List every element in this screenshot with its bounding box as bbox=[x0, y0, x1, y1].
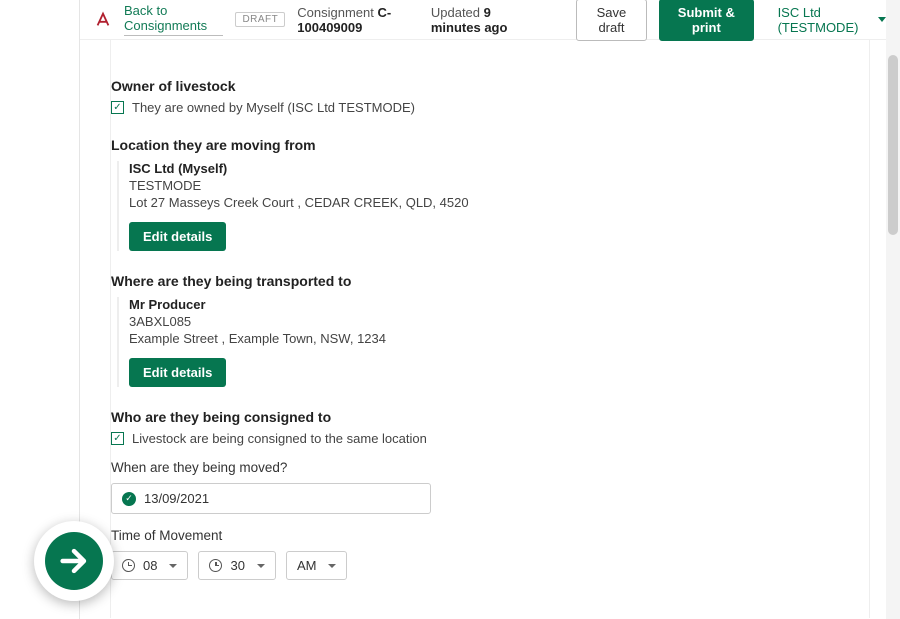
owned-by-me-label: They are owned by Myself (ISC Ltd TESTMO… bbox=[132, 100, 415, 115]
back-to-consignments-link[interactable]: Back to Consignments bbox=[124, 3, 223, 36]
clock-icon bbox=[122, 559, 135, 572]
hour-select[interactable]: 08 bbox=[111, 551, 188, 580]
checkbox-checked-icon: ✓ bbox=[111, 432, 124, 445]
to-code: 3ABXL085 bbox=[129, 314, 869, 329]
moving-from-block: ISC Ltd (Myself) TESTMODE Lot 27 Masseys… bbox=[117, 161, 869, 251]
tenant-label: ISC Ltd (TESTMODE) bbox=[778, 5, 872, 35]
minute-value: 30 bbox=[230, 558, 244, 573]
arrow-right-icon bbox=[45, 532, 103, 590]
edit-from-button[interactable]: Edit details bbox=[129, 222, 226, 251]
moving-from-title: Location they are moving from bbox=[111, 137, 869, 153]
chevron-down-icon bbox=[257, 564, 265, 568]
owned-by-me-checkbox[interactable]: ✓ They are owned by Myself (ISC Ltd TEST… bbox=[111, 100, 869, 115]
chevron-down-icon bbox=[878, 17, 886, 22]
same-location-checkbox[interactable]: ✓ Livestock are being consigned to the s… bbox=[111, 431, 869, 446]
time-of-movement-row: 08 30 AM bbox=[111, 551, 869, 580]
ampm-select[interactable]: AM bbox=[286, 551, 348, 580]
chevron-down-icon bbox=[169, 564, 177, 568]
submit-print-button[interactable]: Submit & print bbox=[659, 0, 753, 41]
tenant-menu[interactable]: ISC Ltd (TESTMODE) bbox=[778, 5, 886, 35]
checkbox-checked-icon: ✓ bbox=[111, 101, 124, 114]
from-address: Lot 27 Masseys Creek Court , CEDAR CREEK… bbox=[129, 195, 869, 210]
save-draft-button[interactable]: Save draft bbox=[576, 0, 647, 41]
valid-check-icon: ✓ bbox=[122, 492, 136, 506]
transported-to-title: Where are they being transported to bbox=[111, 273, 869, 289]
transported-to-block: Mr Producer 3ABXL085 Example Street , Ex… bbox=[117, 297, 869, 387]
scrollbar-thumb[interactable] bbox=[888, 55, 898, 235]
app-logo-icon bbox=[94, 11, 112, 29]
to-address: Example Street , Example Town, NSW, 1234 bbox=[129, 331, 869, 346]
draft-badge: DRAFT bbox=[235, 12, 285, 27]
when-moved-label: When are they being moved? bbox=[111, 460, 869, 475]
movement-date-value: 13/09/2021 bbox=[144, 491, 209, 506]
movement-date-input[interactable]: ✓ 13/09/2021 bbox=[111, 483, 431, 514]
form-body: Owner of livestock ✓ They are owned by M… bbox=[80, 40, 900, 618]
same-location-label: Livestock are being consigned to the sam… bbox=[132, 431, 427, 446]
from-code: TESTMODE bbox=[129, 178, 869, 193]
consignment-label: Consignment C-100409009 bbox=[297, 5, 419, 35]
updated-indicator: Updated 9 minutes ago bbox=[431, 5, 538, 35]
to-name: Mr Producer bbox=[129, 297, 869, 312]
ampm-value: AM bbox=[297, 558, 317, 573]
time-of-movement-label: Time of Movement bbox=[111, 528, 869, 543]
topbar: Back to Consignments DRAFT Consignment C… bbox=[80, 0, 900, 40]
clock-icon bbox=[209, 559, 222, 572]
hour-value: 08 bbox=[143, 558, 157, 573]
chevron-down-icon bbox=[328, 564, 336, 568]
edit-to-button[interactable]: Edit details bbox=[129, 358, 226, 387]
minute-select[interactable]: 30 bbox=[198, 551, 275, 580]
scrollbar-track[interactable] bbox=[886, 0, 900, 619]
owner-section-title: Owner of livestock bbox=[111, 78, 869, 94]
consigned-to-title: Who are they being consigned to bbox=[111, 409, 869, 425]
from-name: ISC Ltd (Myself) bbox=[129, 161, 869, 176]
next-arrow-badge[interactable] bbox=[34, 521, 114, 601]
main-panel: Back to Consignments DRAFT Consignment C… bbox=[80, 0, 900, 619]
